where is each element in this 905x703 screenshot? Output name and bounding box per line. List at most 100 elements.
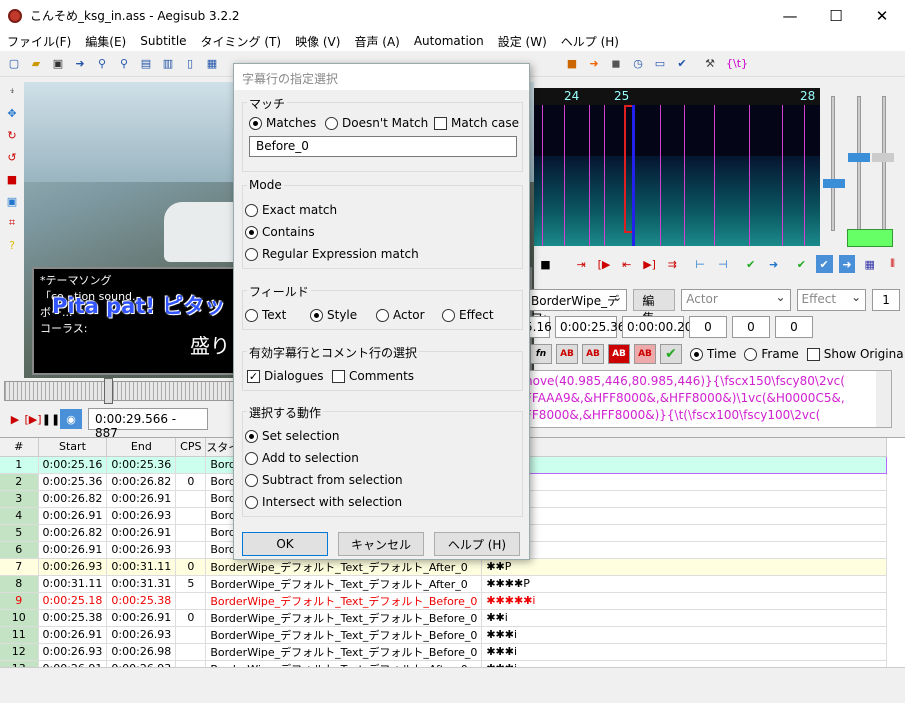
frame-radio[interactable]: Frame [744, 347, 799, 361]
vector-clip-icon[interactable]: ⌗ [3, 214, 21, 232]
table-row[interactable]: 8 0:00:31.11 0:00:31.31 5 BorderWipe_デフォルト_T… [0, 575, 887, 593]
drag-tool-icon[interactable]: ✥ [3, 104, 21, 122]
lead-out-icon[interactable]: ⊣ [715, 255, 732, 273]
auto-scroll-icon[interactable]: ◉ [60, 409, 82, 429]
jump-icon[interactable]: ➜ [71, 55, 89, 73]
matches-radio[interactable]: Matches [249, 116, 316, 130]
col-header-end[interactable]: End [106, 438, 177, 457]
color1-button[interactable]: AB [556, 344, 578, 364]
slider-thumb[interactable] [872, 153, 894, 162]
rotate-z-icon[interactable]: ↻ [3, 126, 21, 144]
col-header-text[interactable] [481, 438, 887, 457]
zoom-in-icon[interactable]: ⚲ [93, 55, 111, 73]
col-header-number[interactable]: # [0, 438, 39, 457]
tag-toggle-icon[interactable]: {\t} [723, 55, 751, 73]
resolution-icon[interactable]: ▭ [651, 55, 669, 73]
stop-audio-icon[interactable]: ■ [537, 255, 554, 273]
color2-button[interactable]: AB [582, 344, 604, 364]
pause-icon[interactable]: ❚❚ [42, 409, 60, 429]
link-sliders-toggle[interactable] [847, 229, 893, 247]
video-time-field[interactable]: 0:00:29.566 - 887 [88, 408, 208, 440]
minimize-button[interactable]: — [767, 0, 813, 31]
menu-help[interactable]: ヘルプ (H) [554, 33, 626, 50]
play-before-icon[interactable]: ⇥ [573, 255, 590, 273]
clip-tool-icon[interactable]: ▣ [3, 192, 21, 210]
show-original-checkbox[interactable]: Show Origina [806, 347, 904, 361]
slider-thumb[interactable] [823, 179, 845, 188]
video-details-icon[interactable]: ▥ [159, 55, 177, 73]
edit-style-button[interactable]: 編集 [633, 289, 676, 325]
open-folder-icon[interactable]: ▰ [27, 55, 45, 73]
help-icon[interactable]: ? [3, 236, 21, 254]
match-text-input[interactable]: Before_0 [249, 136, 517, 157]
field-effect-radio[interactable]: Effect [442, 308, 494, 322]
table-row[interactable]: 9 0:00:25.18 0:00:25.38 BorderWipe_デフォルト_Te… [0, 592, 887, 610]
subtitle-text-editor[interactable]: nove(40.985,446,80.985,446)}{\fscx150\fs… [520, 370, 892, 428]
stop-icon[interactable]: ◼ [607, 55, 625, 73]
play-line-icon[interactable]: [▶] [24, 409, 42, 429]
intersect-selection-radio[interactable]: Intersect with selection [245, 495, 402, 509]
regex-radio[interactable]: Regular Expression match [245, 247, 419, 261]
margin-right-field[interactable]: 0 [732, 316, 770, 338]
auto-commit-on-icon[interactable]: ✔ [815, 255, 833, 273]
field-style-radio[interactable]: Style [310, 308, 357, 322]
styles-icon[interactable]: ▦ [203, 55, 221, 73]
table-row[interactable]: 11 0:00:26.91 0:00:26.93 BorderWipe_デフォルト_T… [0, 626, 887, 644]
color4-button[interactable]: AB [634, 344, 656, 364]
maximize-button[interactable]: ☐ [813, 0, 859, 31]
effect-combo[interactable]: Effect [796, 289, 867, 311]
menu-subtitle[interactable]: Subtitle [133, 34, 193, 48]
auto-commit-icon[interactable]: ✔ [793, 255, 810, 273]
font-button[interactable]: fn [530, 344, 552, 364]
help-button[interactable]: ヘルプ (H) [434, 532, 520, 556]
style-combo[interactable]: BorderWipe_デフ: [526, 289, 628, 325]
col-header-cps[interactable]: CPS [175, 438, 207, 457]
add-selection-radio[interactable]: Add to selection [245, 451, 359, 465]
karaoke-icon[interactable]: ⦀ [884, 255, 901, 273]
commit-check-icon[interactable]: ✔ [660, 344, 682, 364]
commit-icon[interactable]: ✔ [742, 255, 759, 273]
zoom-out-icon[interactable]: ⚲ [115, 55, 133, 73]
menu-video[interactable]: 映像 (V) [288, 33, 347, 50]
table-row[interactable]: 10 0:00:25.38 0:00:26.91 0 BorderWipe_デフォルト_… [0, 609, 887, 627]
duration-field[interactable]: 0:00:00.20 [622, 316, 692, 338]
play-icon[interactable]: ▶ [6, 409, 24, 429]
audio-volume-slider[interactable] [857, 96, 861, 231]
next-line-icon[interactable]: ➜ [765, 255, 782, 273]
col-header-start[interactable]: Start [38, 438, 108, 457]
exact-match-radio[interactable]: Exact match [245, 203, 337, 217]
pin-icon[interactable]: ▯ [181, 55, 199, 73]
spectrum-icon[interactable]: ▦ [861, 255, 878, 273]
seek-handle[interactable] [104, 378, 113, 404]
menu-file[interactable]: ファイル(F) [0, 33, 78, 50]
rotate-xy-icon[interactable]: ↺ [3, 148, 21, 166]
editor-scrollbar[interactable] [876, 371, 891, 427]
margin-vert-field[interactable]: 0 [775, 316, 813, 338]
contains-radio[interactable]: Contains [245, 225, 315, 239]
scale-tool-icon[interactable]: ■ [3, 170, 21, 188]
comments-checkbox[interactable]: Comments [332, 369, 414, 383]
close-button[interactable]: ✕ [859, 0, 905, 31]
table-row[interactable]: 7 0:00:26.93 0:00:31.11 0 BorderWipe_デフォルト_T… [0, 558, 887, 576]
match-case-checkbox[interactable]: Match case [434, 116, 519, 130]
time-radio[interactable]: Time [690, 347, 736, 361]
ok-button[interactable]: OK [242, 532, 328, 556]
subtract-selection-radio[interactable]: Subtract from selection [245, 473, 403, 487]
open-video-icon[interactable]: ▤ [137, 55, 155, 73]
lead-in-icon[interactable]: ⊢ [692, 255, 709, 273]
clock-icon[interactable]: ◷ [629, 55, 647, 73]
auto-next-icon[interactable]: ➜ [838, 255, 856, 273]
set-selection-radio[interactable]: Set selection [245, 429, 339, 443]
audio-spectrum[interactable] [534, 88, 820, 246]
menu-automation[interactable]: Automation [407, 34, 491, 48]
play-start-icon[interactable]: [▶ [596, 255, 613, 273]
spellcheck-icon[interactable]: ✔ [673, 55, 691, 73]
end-time-field[interactable]: 0:00:25.36 [555, 316, 625, 338]
menu-settings[interactable]: 設定 (W) [491, 33, 554, 50]
field-actor-radio[interactable]: Actor [376, 308, 425, 322]
cancel-button[interactable]: キャンセル [338, 532, 424, 556]
menu-timing[interactable]: タイミング (T) [194, 33, 289, 50]
audio-zoom-slider[interactable] [831, 96, 835, 231]
menu-audio[interactable]: 音声 (A) [347, 33, 406, 50]
play-to-end-icon[interactable]: ⇉ [664, 255, 681, 273]
